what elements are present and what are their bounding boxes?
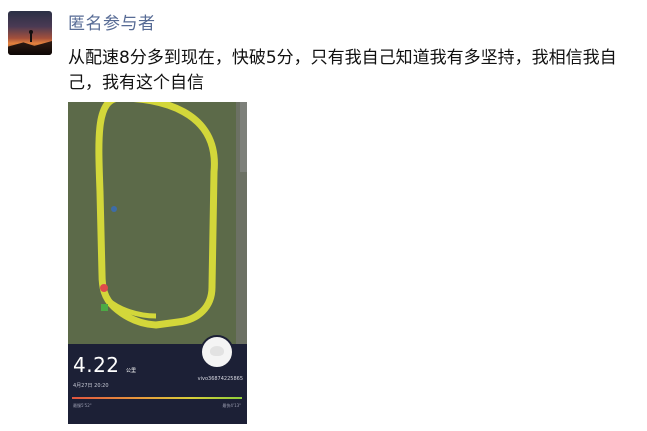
distance-unit: 公里 xyxy=(126,368,137,374)
pace-gradient-bar xyxy=(72,397,242,399)
device-id: vivo36874225865 xyxy=(197,376,243,382)
end-marker-icon xyxy=(101,304,108,311)
pace-fast-label: 最快4'13" xyxy=(222,403,241,408)
user-avatar[interactable] xyxy=(8,11,52,55)
field-background xyxy=(68,102,247,344)
location-pin-icon xyxy=(111,206,117,212)
map-edge-block xyxy=(240,102,247,172)
run-screenshot-photo[interactable]: 4.22 公里 4月27日 20:20 vivo36874225865 最慢5'… xyxy=(68,102,247,424)
username-link[interactable]: 匿名参与者 xyxy=(68,13,156,35)
moments-post: 匿名参与者 从配速8分多到现在，快破5分，只有我自己知道我有多坚持，我相信我自己… xyxy=(0,0,647,431)
distance-value: 4.22 xyxy=(73,353,120,377)
avatar-rock xyxy=(8,41,52,55)
runner-avatar-icon xyxy=(200,335,234,369)
run-datetime: 4月27日 20:20 xyxy=(73,383,109,389)
pace-slow-label: 最慢5'52" xyxy=(73,403,92,408)
start-marker-icon xyxy=(100,284,108,292)
post-text: 从配速8分多到现在，快破5分，只有我自己知道我有多坚持，我相信我自己，我有这个自… xyxy=(68,48,617,93)
